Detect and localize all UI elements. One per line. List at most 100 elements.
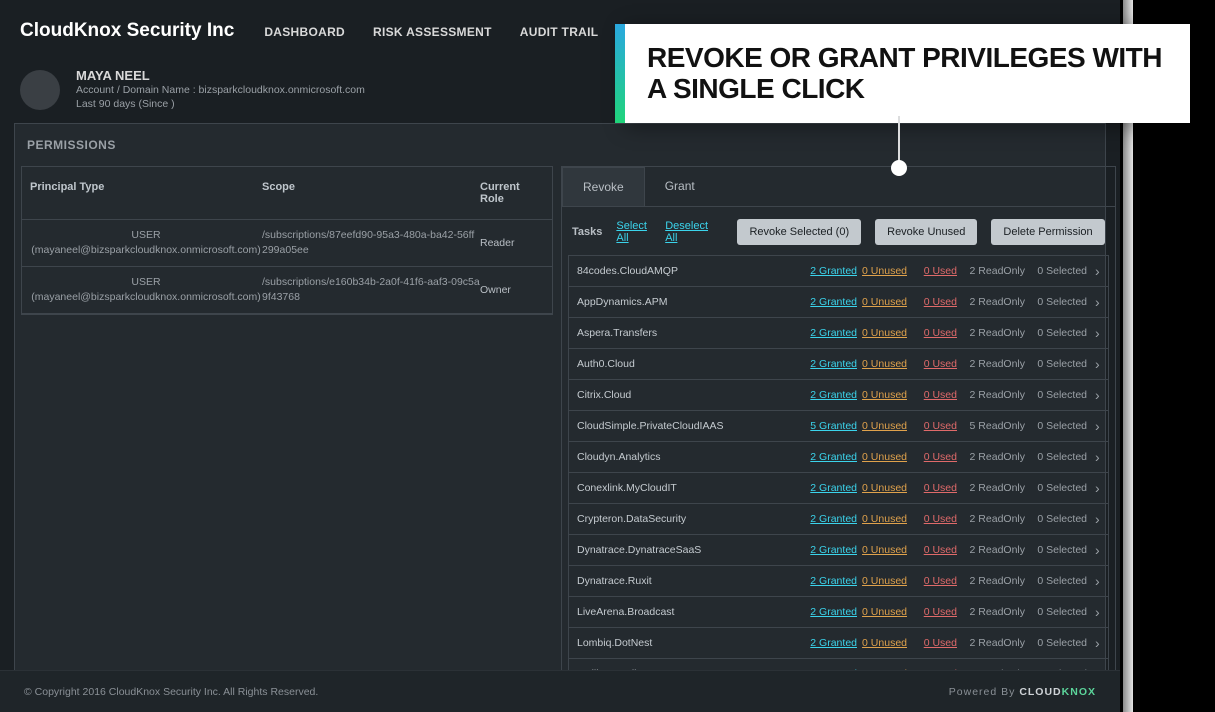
used-link[interactable]: 0 Used [907,389,957,401]
task-list[interactable]: 84codes.CloudAMQP 2 Granted 0 Unused 0 U… [562,255,1115,675]
unused-link[interactable]: 0 Unused [857,637,907,649]
task-row[interactable]: Dynatrace.Ruxit 2 Granted 0 Unused 0 Use… [568,566,1109,597]
unused-link[interactable]: 0 Unused [857,513,907,525]
chevron-right-icon[interactable]: › [1095,573,1100,589]
task-row[interactable]: Aspera.Transfers 2 Granted 0 Unused 0 Us… [568,318,1109,349]
used-link[interactable]: 0 Used [907,513,957,525]
chevron-right-icon[interactable]: › [1095,418,1100,434]
tab-revoke[interactable]: Revoke [562,167,645,206]
granted-link[interactable]: 2 Granted [807,358,857,370]
table-row[interactable]: USER(mayaneel@bizsparkcloudknox.onmicros… [22,267,552,314]
task-name: Citrix.Cloud [577,389,807,401]
task-name: Cloudyn.Analytics [577,451,807,463]
revoke-selected-button[interactable]: Revoke Selected (0) [737,219,861,245]
user-last: Last 90 days (Since ) [76,97,365,111]
chevron-right-icon[interactable]: › [1095,356,1100,372]
used-link[interactable]: 0 Used [907,451,957,463]
delete-permission-button[interactable]: Delete Permission [991,219,1104,245]
copyright: © Copyright 2016 CloudKnox Security Inc.… [24,686,318,698]
selected-count: 0 Selected [1025,265,1087,277]
unused-link[interactable]: 0 Unused [857,451,907,463]
chevron-right-icon[interactable]: › [1095,325,1100,341]
granted-link[interactable]: 2 Granted [807,296,857,308]
task-row[interactable]: Cloudyn.Analytics 2 Granted 0 Unused 0 U… [568,442,1109,473]
task-name: Dynatrace.Ruxit [577,575,807,587]
unused-link[interactable]: 0 Unused [857,327,907,339]
select-all-link[interactable]: Select All [616,220,651,244]
col-principal: Principal Type [30,181,262,205]
callout-dot [891,160,907,176]
granted-link[interactable]: 2 Granted [807,327,857,339]
col-role: Current Role [480,181,544,205]
granted-link[interactable]: 2 Granted [807,389,857,401]
task-name: Conexlink.MyCloudIT [577,482,807,494]
task-row[interactable]: Conexlink.MyCloudIT 2 Granted 0 Unused 0… [568,473,1109,504]
unused-link[interactable]: 0 Unused [857,606,907,618]
revoke-unused-button[interactable]: Revoke Unused [875,219,977,245]
task-row[interactable]: 84codes.CloudAMQP 2 Granted 0 Unused 0 U… [568,255,1109,287]
readonly-count: 2 ReadOnly [957,389,1025,401]
granted-link[interactable]: 5 Granted [807,420,857,432]
used-link[interactable]: 0 Used [907,265,957,277]
granted-link[interactable]: 2 Granted [807,606,857,618]
scope-cell: /subscriptions/e160b34b-2a0f-41f6-aaf3-0… [262,275,480,305]
readonly-count: 2 ReadOnly [957,265,1025,277]
task-row[interactable]: Auth0.Cloud 2 Granted 0 Unused 0 Used 2 … [568,349,1109,380]
used-link[interactable]: 0 Used [907,420,957,432]
selected-count: 0 Selected [1025,482,1087,494]
granted-link[interactable]: 2 Granted [807,451,857,463]
principals-table: Principal Type Scope Current Role USER(m… [21,166,553,315]
used-link[interactable]: 0 Used [907,296,957,308]
nav-risk-assessment[interactable]: RISK ASSESSMENT [373,3,492,59]
chevron-right-icon[interactable]: › [1095,294,1100,310]
used-link[interactable]: 0 Used [907,482,957,494]
scope-cell: /subscriptions/87eefd90-95a3-480a-ba42-5… [262,228,480,258]
table-row[interactable]: USER(mayaneel@bizsparkcloudknox.onmicros… [22,220,552,267]
chevron-right-icon[interactable]: › [1095,263,1100,279]
chevron-right-icon[interactable]: › [1095,511,1100,527]
unused-link[interactable]: 0 Unused [857,482,907,494]
granted-link[interactable]: 2 Granted [807,482,857,494]
logo-part1: CLOUD [1019,686,1061,698]
unused-link[interactable]: 0 Unused [857,296,907,308]
chevron-right-icon[interactable]: › [1095,449,1100,465]
unused-link[interactable]: 0 Unused [857,544,907,556]
task-row[interactable]: Lombiq.DotNest 2 Granted 0 Unused 0 Used… [568,628,1109,659]
task-row[interactable]: Dynatrace.DynatraceSaaS 2 Granted 0 Unus… [568,535,1109,566]
nav-dashboard[interactable]: DASHBOARD [264,3,345,59]
task-name: 84codes.CloudAMQP [577,265,807,277]
chevron-right-icon[interactable]: › [1095,542,1100,558]
user-name: MAYA NEEL [76,68,365,83]
task-row[interactable]: Crypteron.DataSecurity 2 Granted 0 Unuse… [568,504,1109,535]
tab-grant[interactable]: Grant [645,167,715,206]
powered-label: Powered By [949,686,1016,698]
granted-link[interactable]: 2 Granted [807,265,857,277]
task-row[interactable]: CloudSimple.PrivateCloudIAAS 5 Granted 0… [568,411,1109,442]
chevron-right-icon[interactable]: › [1095,635,1100,651]
task-row[interactable]: Citrix.Cloud 2 Granted 0 Unused 0 Used 2… [568,380,1109,411]
granted-link[interactable]: 2 Granted [807,513,857,525]
nav-audit-trail[interactable]: AUDIT TRAIL [520,3,599,59]
unused-link[interactable]: 0 Unused [857,358,907,370]
task-row[interactable]: LiveArena.Broadcast 2 Granted 0 Unused 0… [568,597,1109,628]
used-link[interactable]: 0 Used [907,327,957,339]
chevron-right-icon[interactable]: › [1095,387,1100,403]
used-link[interactable]: 0 Used [907,606,957,618]
used-link[interactable]: 0 Used [907,358,957,370]
unused-link[interactable]: 0 Unused [857,420,907,432]
granted-link[interactable]: 2 Granted [807,637,857,649]
unused-link[interactable]: 0 Unused [857,575,907,587]
unused-link[interactable]: 0 Unused [857,389,907,401]
task-row[interactable]: AppDynamics.APM 2 Granted 0 Unused 0 Use… [568,287,1109,318]
used-link[interactable]: 0 Used [907,637,957,649]
chevron-right-icon[interactable]: › [1095,480,1100,496]
tabs: RevokeGrant [562,167,1115,207]
granted-link[interactable]: 2 Granted [807,544,857,556]
granted-link[interactable]: 2 Granted [807,575,857,587]
deselect-all-link[interactable]: Deselect All [665,220,709,244]
principal-cell: USER(mayaneel@bizsparkcloudknox.onmicros… [30,275,262,305]
unused-link[interactable]: 0 Unused [857,265,907,277]
used-link[interactable]: 0 Used [907,575,957,587]
used-link[interactable]: 0 Used [907,544,957,556]
chevron-right-icon[interactable]: › [1095,604,1100,620]
